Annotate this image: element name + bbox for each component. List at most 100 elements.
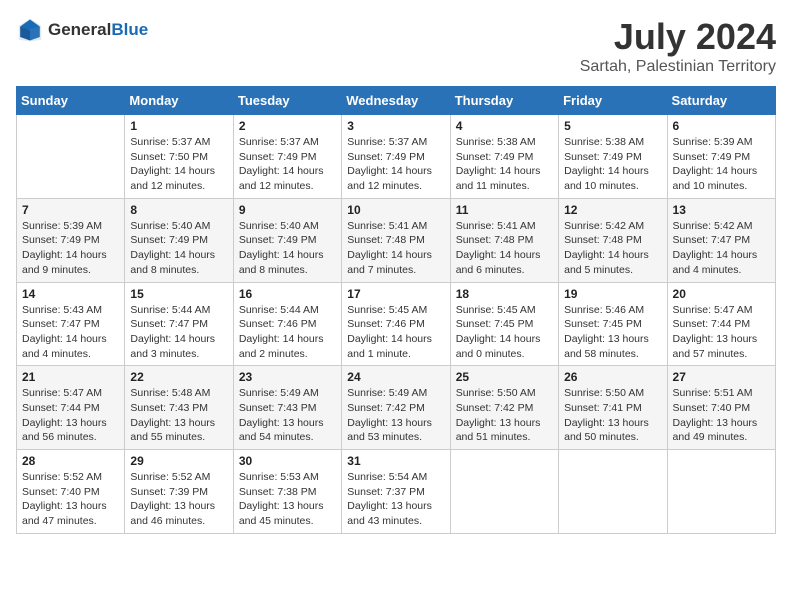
logo-blue: Blue [111,20,148,40]
day-info: Sunrise: 5:48 AM Sunset: 7:43 PM Dayligh… [130,386,227,445]
calendar-cell: 19 Sunrise: 5:46 AM Sunset: 7:45 PM Dayli… [559,282,667,366]
calendar-week-5: 28Sunrise: 5:52 AM Sunset: 7:40 PM Dayli… [17,450,776,534]
day-header-monday: Monday [125,87,233,115]
calendar-cell: 13 Sunrise: 5:42 AM Sunset: 7:47 PM Dayli… [667,198,775,282]
day-info: Sunrise: 5:41 AM Sunset: 7:48 PM Dayligh… [347,219,444,278]
day-number: 31 [347,454,444,468]
day-header-sunday: Sunday [17,87,125,115]
day-info: Sunrise: 5:51 AM Sunset: 7:40 PM Dayligh… [673,386,770,445]
day-number: 20 [673,287,770,301]
day-number: 21 [22,370,119,384]
day-info: Sunrise: 5:37 AM Sunset: 7:49 PM Dayligh… [239,135,336,194]
calendar-cell: 12 Sunrise: 5:42 AM Sunset: 7:48 PM Dayli… [559,198,667,282]
day-header-saturday: Saturday [667,87,775,115]
logo-general: General [48,20,111,40]
day-info: Sunrise: 5:53 AM Sunset: 7:38 PM Dayligh… [239,470,336,529]
calendar-cell: 25Sunrise: 5:50 AM Sunset: 7:42 PM Dayli… [450,366,558,450]
day-number: 13 [673,203,770,217]
day-number: 24 [347,370,444,384]
day-number: 7 [22,203,119,217]
day-info: Sunrise: 5:38 AM Sunset: 7:49 PM Dayligh… [564,135,661,194]
calendar-cell: 22Sunrise: 5:48 AM Sunset: 7:43 PM Dayli… [125,366,233,450]
day-info: Sunrise: 5:52 AM Sunset: 7:40 PM Dayligh… [22,470,119,529]
day-number: 15 [130,287,227,301]
calendar-week-2: 7 Sunrise: 5:39 AM Sunset: 7:49 PM Daylig… [17,198,776,282]
day-info: Sunrise: 5:38 AM Sunset: 7:49 PM Dayligh… [456,135,553,194]
day-number: 17 [347,287,444,301]
calendar-cell: 20Sunrise: 5:47 AM Sunset: 7:44 PM Dayli… [667,282,775,366]
day-number: 11 [456,203,553,217]
calendar-cell [17,115,125,199]
day-info: Sunrise: 5:42 AM Sunset: 7:47 PM Dayligh… [673,219,770,278]
day-info: Sunrise: 5:39 AM Sunset: 7:49 PM Dayligh… [673,135,770,194]
calendar-week-1: 1 Sunrise: 5:37 AM Sunset: 7:50 PM Daylig… [17,115,776,199]
calendar-cell: 15 Sunrise: 5:44 AM Sunset: 7:47 PM Dayli… [125,282,233,366]
calendar-cell: 5 Sunrise: 5:38 AM Sunset: 7:49 PM Daylig… [559,115,667,199]
day-number: 23 [239,370,336,384]
day-number: 14 [22,287,119,301]
main-title: July 2024 [580,16,776,58]
day-info: Sunrise: 5:40 AM Sunset: 7:49 PM Dayligh… [130,219,227,278]
calendar-cell: 16 Sunrise: 5:44 AM Sunset: 7:46 PM Dayli… [233,282,341,366]
calendar-cell: 4 Sunrise: 5:38 AM Sunset: 7:49 PM Daylig… [450,115,558,199]
day-info: Sunrise: 5:50 AM Sunset: 7:42 PM Dayligh… [456,386,553,445]
day-header-friday: Friday [559,87,667,115]
subtitle: Sartah, Palestinian Territory [580,58,776,76]
calendar-cell: 29Sunrise: 5:52 AM Sunset: 7:39 PM Dayli… [125,450,233,534]
day-info: Sunrise: 5:54 AM Sunset: 7:37 PM Dayligh… [347,470,444,529]
day-info: Sunrise: 5:49 AM Sunset: 7:43 PM Dayligh… [239,386,336,445]
calendar-cell: 7 Sunrise: 5:39 AM Sunset: 7:49 PM Daylig… [17,198,125,282]
calendar-cell: 3 Sunrise: 5:37 AM Sunset: 7:49 PM Daylig… [342,115,450,199]
day-header-wednesday: Wednesday [342,87,450,115]
day-number: 1 [130,119,227,133]
title-block: July 2024 Sartah, Palestinian Territory [580,16,776,76]
calendar-cell: 27 Sunrise: 5:51 AM Sunset: 7:40 PM Dayli… [667,366,775,450]
calendar-cell [450,450,558,534]
day-info: Sunrise: 5:37 AM Sunset: 7:50 PM Dayligh… [130,135,227,194]
day-info: Sunrise: 5:40 AM Sunset: 7:49 PM Dayligh… [239,219,336,278]
calendar-cell: 10Sunrise: 5:41 AM Sunset: 7:48 PM Dayli… [342,198,450,282]
day-number: 4 [456,119,553,133]
day-info: Sunrise: 5:44 AM Sunset: 7:47 PM Dayligh… [130,303,227,362]
day-number: 16 [239,287,336,301]
calendar-cell: 14 Sunrise: 5:43 AM Sunset: 7:47 PM Dayli… [17,282,125,366]
day-info: Sunrise: 5:37 AM Sunset: 7:49 PM Dayligh… [347,135,444,194]
logo: General Blue [16,16,148,44]
calendar-cell: 24 Sunrise: 5:49 AM Sunset: 7:42 PM Dayli… [342,366,450,450]
calendar-cell: 23 Sunrise: 5:49 AM Sunset: 7:43 PM Dayli… [233,366,341,450]
day-info: Sunrise: 5:39 AM Sunset: 7:49 PM Dayligh… [22,219,119,278]
calendar-cell: 1 Sunrise: 5:37 AM Sunset: 7:50 PM Daylig… [125,115,233,199]
day-number: 27 [673,370,770,384]
calendar-cell: 9Sunrise: 5:40 AM Sunset: 7:49 PM Daylig… [233,198,341,282]
day-info: Sunrise: 5:52 AM Sunset: 7:39 PM Dayligh… [130,470,227,529]
calendar-cell: 21Sunrise: 5:47 AM Sunset: 7:44 PM Dayli… [17,366,125,450]
day-number: 5 [564,119,661,133]
calendar-cell: 17 Sunrise: 5:45 AM Sunset: 7:46 PM Dayli… [342,282,450,366]
day-info: Sunrise: 5:50 AM Sunset: 7:41 PM Dayligh… [564,386,661,445]
calendar-cell: 30Sunrise: 5:53 AM Sunset: 7:38 PM Dayli… [233,450,341,534]
day-number: 3 [347,119,444,133]
day-info: Sunrise: 5:44 AM Sunset: 7:46 PM Dayligh… [239,303,336,362]
day-info: Sunrise: 5:42 AM Sunset: 7:48 PM Dayligh… [564,219,661,278]
calendar-cell: 26Sunrise: 5:50 AM Sunset: 7:41 PM Dayli… [559,366,667,450]
calendar-cell: 18Sunrise: 5:45 AM Sunset: 7:45 PM Dayli… [450,282,558,366]
day-info: Sunrise: 5:41 AM Sunset: 7:48 PM Dayligh… [456,219,553,278]
calendar-week-4: 21Sunrise: 5:47 AM Sunset: 7:44 PM Dayli… [17,366,776,450]
calendar-cell: 11 Sunrise: 5:41 AM Sunset: 7:48 PM Dayli… [450,198,558,282]
day-number: 8 [130,203,227,217]
day-header-thursday: Thursday [450,87,558,115]
day-number: 2 [239,119,336,133]
logo-icon [16,16,44,44]
day-info: Sunrise: 5:45 AM Sunset: 7:45 PM Dayligh… [456,303,553,362]
day-info: Sunrise: 5:46 AM Sunset: 7:45 PM Dayligh… [564,303,661,362]
day-info: Sunrise: 5:49 AM Sunset: 7:42 PM Dayligh… [347,386,444,445]
day-number: 19 [564,287,661,301]
calendar-header-row: SundayMondayTuesdayWednesdayThursdayFrid… [17,87,776,115]
calendar-cell: 8 Sunrise: 5:40 AM Sunset: 7:49 PM Daylig… [125,198,233,282]
day-header-tuesday: Tuesday [233,87,341,115]
day-info: Sunrise: 5:43 AM Sunset: 7:47 PM Dayligh… [22,303,119,362]
day-info: Sunrise: 5:45 AM Sunset: 7:46 PM Dayligh… [347,303,444,362]
calendar-week-3: 14 Sunrise: 5:43 AM Sunset: 7:47 PM Dayli… [17,282,776,366]
day-number: 12 [564,203,661,217]
calendar-cell: 31 Sunrise: 5:54 AM Sunset: 7:37 PM Dayli… [342,450,450,534]
